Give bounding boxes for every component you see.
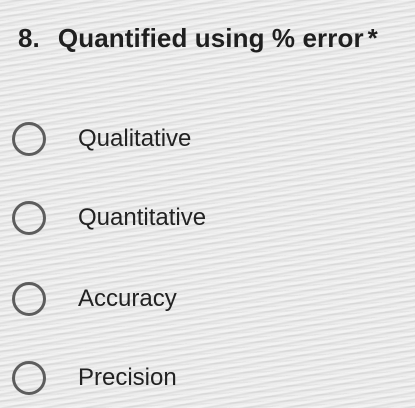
option-accuracy[interactable]: Accuracy bbox=[12, 277, 177, 321]
option-quantitative[interactable]: Quantitative bbox=[12, 196, 206, 240]
radio-button[interactable] bbox=[12, 282, 46, 316]
option-label: Qualitative bbox=[78, 125, 192, 152]
option-label: Accuracy bbox=[78, 285, 177, 312]
answer-options: Qualitative Quantitative Accuracy Precis… bbox=[0, 0, 415, 408]
option-label: Precision bbox=[78, 364, 177, 391]
radio-button[interactable] bbox=[12, 361, 46, 395]
option-label: Quantitative bbox=[78, 204, 207, 231]
option-precision[interactable]: Precision bbox=[12, 356, 177, 400]
radio-button[interactable] bbox=[12, 122, 46, 156]
radio-button[interactable] bbox=[12, 201, 46, 235]
option-qualitative[interactable]: Qualitative bbox=[12, 117, 191, 161]
